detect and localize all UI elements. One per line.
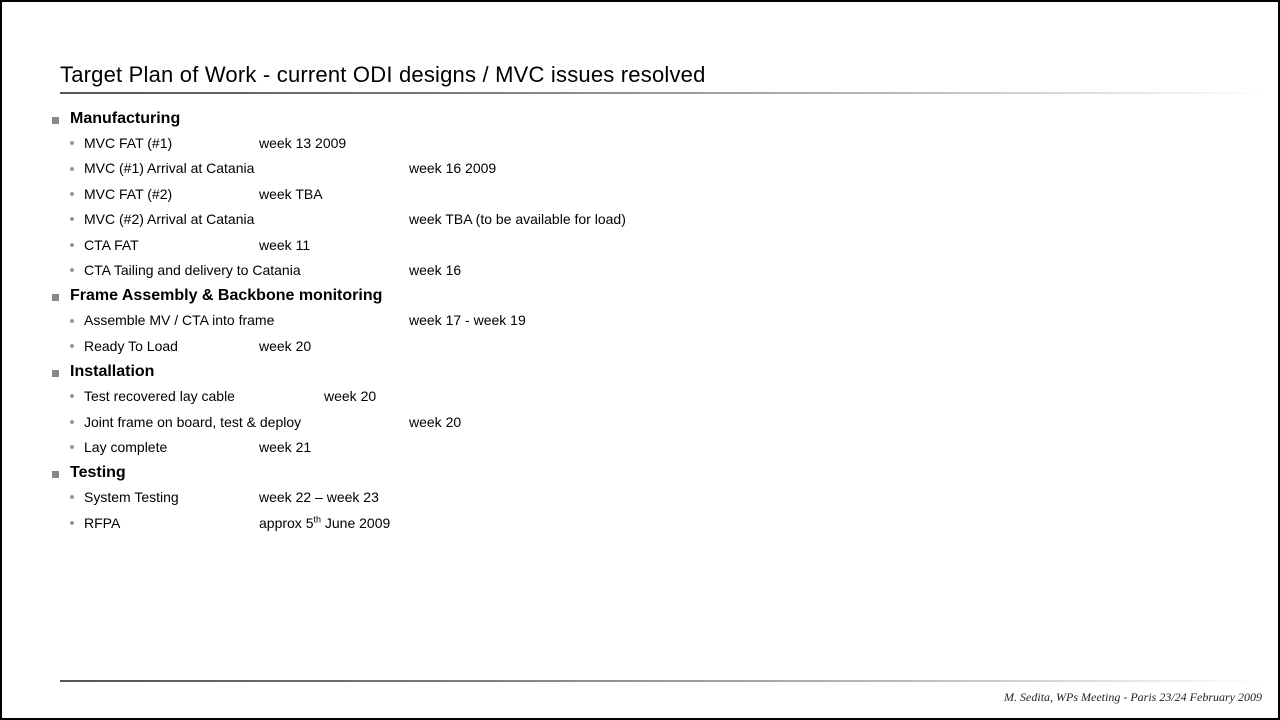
dot-bullet-icon (70, 445, 74, 449)
list-item: Lay completeweek 21 (70, 436, 1248, 458)
item-when: week 22 – week 23 (259, 486, 379, 508)
square-bullet-icon (52, 370, 59, 377)
item-when: week 13 2009 (259, 132, 346, 154)
slide-footer: M. Sedita, WPs Meeting - Paris 23/24 Feb… (1004, 690, 1262, 705)
item-label: Assemble MV / CTA into frame (84, 309, 409, 331)
section: ManufacturingMVC FAT (#1)week 13 2009MVC… (52, 110, 1248, 281)
dot-bullet-icon (70, 167, 74, 171)
item-when: week 17 - week 19 (409, 309, 526, 331)
section-header: Installation (52, 363, 1248, 381)
item-label: CTA FAT (84, 234, 259, 256)
list-item: MVC FAT (#1)week 13 2009 (70, 132, 1248, 154)
item-label: System Testing (84, 486, 259, 508)
list-item: Joint frame on board, test & deployweek … (70, 411, 1248, 433)
section: InstallationTest recovered lay cableweek… (52, 363, 1248, 458)
item-when: week 20 (409, 411, 461, 433)
list-item: System Testingweek 22 – week 23 (70, 486, 1248, 508)
divider-bottom (60, 680, 1266, 682)
item-when: week 21 (259, 436, 311, 458)
item-label: Joint frame on board, test & deploy (84, 411, 409, 433)
dot-bullet-icon (70, 268, 74, 272)
section: Frame Assembly & Backbone monitoring Asse… (52, 287, 1248, 357)
section-items: Assemble MV / CTA into frameweek 17 - we… (70, 309, 1248, 357)
item-when: week 11 (259, 234, 310, 256)
item-when: week 16 (409, 259, 461, 281)
item-label: Lay complete (84, 436, 259, 458)
divider-top (60, 92, 1266, 94)
dot-bullet-icon (70, 521, 74, 525)
section-items: MVC FAT (#1)week 13 2009 MVC (#1) Arrival… (70, 132, 1248, 281)
list-item: Test recovered lay cableweek 20 (70, 385, 1248, 407)
item-label: MVC FAT (#2) (84, 183, 259, 205)
dot-bullet-icon (70, 420, 74, 424)
item-when: week TBA (to be available for load) (409, 208, 626, 230)
item-when: approx 5th June 2009 (259, 512, 390, 534)
item-label: MVC (#1) Arrival at Catania (84, 157, 409, 179)
item-when: week 20 (324, 385, 376, 407)
dot-bullet-icon (70, 394, 74, 398)
item-when: week 20 (259, 335, 311, 357)
section-items: System Testingweek 22 – week 23RFPAappro… (70, 486, 1248, 534)
dot-bullet-icon (70, 344, 74, 348)
square-bullet-icon (52, 117, 59, 124)
item-label: MVC (#2) Arrival at Catania (84, 208, 409, 230)
dot-bullet-icon (70, 141, 74, 145)
section-header: Manufacturing (52, 110, 1248, 128)
slide: Target Plan of Work - current ODI design… (0, 0, 1280, 720)
section-title: Manufacturing (70, 110, 180, 128)
section-items: Test recovered lay cableweek 20Joint fra… (70, 385, 1248, 458)
list-item: MVC (#1) Arrival at Cataniaweek 16 2009 (70, 157, 1248, 179)
item-label: MVC FAT (#1) (84, 132, 259, 154)
slide-title: Target Plan of Work - current ODI design… (60, 62, 706, 88)
list-item: CTA Tailing and delivery to Cataniaweek … (70, 259, 1248, 281)
list-item: Assemble MV / CTA into frameweek 17 - we… (70, 309, 1248, 331)
dot-bullet-icon (70, 192, 74, 196)
item-when: week TBA (259, 183, 323, 205)
item-label: CTA Tailing and delivery to Catania (84, 259, 409, 281)
list-item: CTA FATweek 11 (70, 234, 1248, 256)
slide-content: ManufacturingMVC FAT (#1)week 13 2009MVC… (52, 110, 1248, 540)
item-when: week 16 2009 (409, 157, 496, 179)
section-header: Testing (52, 464, 1248, 482)
list-item: MVC (#2) Arrival at Cataniaweek TBA (to … (70, 208, 1248, 230)
section-title: Installation (70, 363, 154, 381)
list-item: RFPAapprox 5th June 2009 (70, 512, 1248, 534)
square-bullet-icon (52, 471, 59, 478)
section-title: Testing (70, 464, 126, 482)
square-bullet-icon (52, 294, 59, 301)
dot-bullet-icon (70, 217, 74, 221)
dot-bullet-icon (70, 319, 74, 323)
list-item: MVC FAT (#2)week TBA (70, 183, 1248, 205)
dot-bullet-icon (70, 243, 74, 247)
dot-bullet-icon (70, 495, 74, 499)
section-header: Frame Assembly & Backbone monitoring (52, 287, 1248, 305)
item-label: Ready To Load (84, 335, 259, 357)
item-label: RFPA (84, 512, 259, 534)
list-item: Ready To Loadweek 20 (70, 335, 1248, 357)
section-title: Frame Assembly & Backbone monitoring (70, 287, 382, 305)
section: TestingSystem Testingweek 22 – week 23RF… (52, 464, 1248, 534)
item-label: Test recovered lay cable (84, 385, 324, 407)
